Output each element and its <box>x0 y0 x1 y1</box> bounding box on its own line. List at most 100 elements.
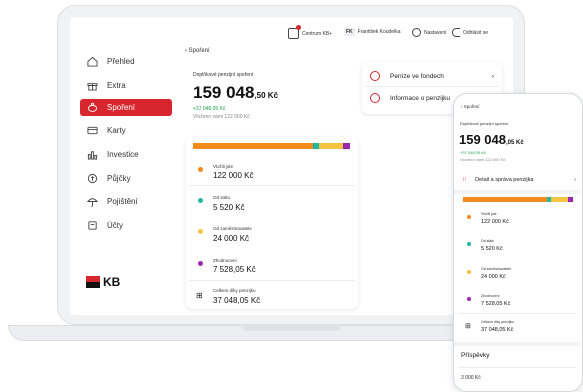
gear-icon <box>412 28 421 37</box>
action-info-label: Informace o penzijku <box>390 94 450 102</box>
divider <box>188 280 356 281</box>
gift-icon <box>86 80 98 92</box>
bar-segment-zhodnoceni <box>567 197 573 202</box>
bar-segment-vlozili <box>193 143 314 149</box>
sidebar-item-label: Pojištění <box>107 197 138 206</box>
bar-segment-zhodnoceni <box>342 143 350 149</box>
divider <box>188 185 356 186</box>
sidebar-item-extra[interactable]: Extra <box>80 77 172 94</box>
legend-dot <box>198 167 203 172</box>
phone-gain-text: +37 048,05 Kč <box>460 150 486 155</box>
breakdown-card <box>186 137 358 309</box>
sidebar-item-label: Půjčky <box>107 174 131 183</box>
settings-link[interactable]: Nastavení <box>412 28 447 37</box>
bar-segment-vlozili <box>463 197 548 202</box>
phone-row-label: Od státu <box>481 239 495 243</box>
legend-dot <box>198 229 203 234</box>
product-name: Doplňkové penzijní spoření <box>193 72 254 78</box>
phone-row-label: Vložili jste <box>481 212 497 216</box>
card-icon <box>86 125 98 137</box>
phone-separator <box>454 342 580 346</box>
phone-balance-sub: ,05 Kč <box>506 140 524 146</box>
logout-icon <box>452 28 460 37</box>
phone-detail-button[interactable]: ⁞⁞ Detail a správa penzijka › <box>463 173 579 187</box>
action-info[interactable]: Informace o penzijku <box>370 90 460 106</box>
phone-row-value: 24 000 Kč <box>481 274 506 280</box>
legend-dot <box>467 270 471 274</box>
back-link[interactable]: ‹ Spoření <box>185 48 210 54</box>
sidebar-item-label: Investice <box>107 150 139 159</box>
row-value: 122 000 Kč <box>213 171 254 180</box>
divider <box>458 367 576 368</box>
logout-label: Odhlásit se <box>463 29 489 36</box>
phone-product-name: Doplňkové penzijní spoření <box>460 121 509 126</box>
distribution-bar <box>193 143 350 149</box>
bar-segment-zamestnavatel <box>318 143 343 149</box>
sidebar-item-sporeni[interactable]: Spoření <box>80 99 172 116</box>
action-funds[interactable]: Peníze ve fondech › <box>370 68 498 84</box>
phone-contrib-value: 3 000 Kč <box>461 375 481 381</box>
balance-main: 159 048 <box>193 83 255 102</box>
phone-contrib-title: Příspěvky <box>461 352 490 359</box>
legend-dot <box>467 297 471 301</box>
sidebar-item-prehled[interactable]: Přehled <box>80 53 172 70</box>
sidebar-item-label: Karty <box>107 126 126 135</box>
logout-link[interactable]: Odhlásit se <box>452 28 488 37</box>
row-label: Zhodnocení <box>213 258 237 263</box>
centrum-link[interactable]: Centrum KB+ <box>288 25 333 39</box>
chevron-right-icon: › <box>574 177 576 183</box>
chart-icon <box>86 149 98 161</box>
sidebar-item-investice[interactable]: Investice <box>80 146 172 163</box>
kb-logo: KB <box>86 275 120 289</box>
laptop-notch <box>241 325 341 331</box>
phone-row-value: 5 520 Kč <box>481 246 503 252</box>
total-value: 37 048,05 Kč <box>213 296 261 305</box>
row-label: Od státu <box>213 195 231 200</box>
home-icon <box>86 56 98 68</box>
centrum-label: Centrum KB+ <box>302 30 333 37</box>
legend-dot <box>198 198 203 203</box>
sidebar-item-karty[interactable]: Karty <box>80 122 172 139</box>
phone-total-label: Celkem díky penzijku <box>481 320 515 324</box>
back-label: Spoření <box>188 48 210 54</box>
divider <box>458 313 576 314</box>
kb-logo-text: KB <box>103 275 121 289</box>
phone-distribution-bar <box>463 197 573 202</box>
phone-total-value: 37 048,05 Kč <box>481 327 514 333</box>
row-value: 24 000 Kč <box>213 234 250 243</box>
sidebar-item-label: Spoření <box>107 103 136 112</box>
phone-separator <box>454 190 580 194</box>
bell-icon <box>288 25 301 39</box>
gift-icon: ⊞ <box>465 323 471 330</box>
balance-sub: ,50 Kč <box>254 91 279 100</box>
row-label: Vložili jste <box>213 164 234 169</box>
total-label: Celkem díky penzijku <box>213 288 256 293</box>
sidebar-item-label: Přehled <box>107 57 135 66</box>
legend-dot <box>467 242 471 246</box>
phone-row-value: 7 528,05 Kč <box>481 301 511 307</box>
phone-detail-label: Detail a správa penzijka <box>475 177 534 183</box>
phone-balance: 159 048,05 Kč <box>459 131 524 149</box>
row-label: Od zaměstnavatele <box>213 226 252 231</box>
phone-back-link[interactable]: ‹ Spoření <box>461 104 480 109</box>
sidebar-item-pojisteni[interactable]: Pojištění <box>80 193 172 210</box>
row-value: 5 520 Kč <box>213 203 245 212</box>
user-menu[interactable]: FK František Koudelka <box>344 28 400 36</box>
phone-back-label: Spoření <box>463 104 480 109</box>
sidebar-item-ucty[interactable]: Účty <box>80 217 172 234</box>
phone-row-label: Od zaměstnavatele <box>481 267 512 271</box>
user-name: František Koudelka <box>357 29 401 35</box>
phone-deposited-text: Vloženo vámi 122 000 Kč <box>460 157 506 162</box>
sidebar-item-pujcky[interactable]: Půjčky <box>80 170 172 187</box>
phone-row-label: Zhodnocení <box>481 294 500 298</box>
accounts-icon <box>86 220 98 232</box>
gain-text: +37 048,05 Kč <box>193 106 226 112</box>
user-avatar: FK <box>344 28 355 36</box>
chevron-right-icon: › <box>491 72 494 80</box>
settings-label: Nastavení <box>424 29 447 36</box>
clock-icon <box>370 71 380 81</box>
row-value: 7 528,05 Kč <box>213 265 256 274</box>
info-icon <box>370 93 380 103</box>
sidebar-item-label: Extra <box>107 81 126 90</box>
action-funds-label: Peníze ve fondech <box>390 72 444 80</box>
